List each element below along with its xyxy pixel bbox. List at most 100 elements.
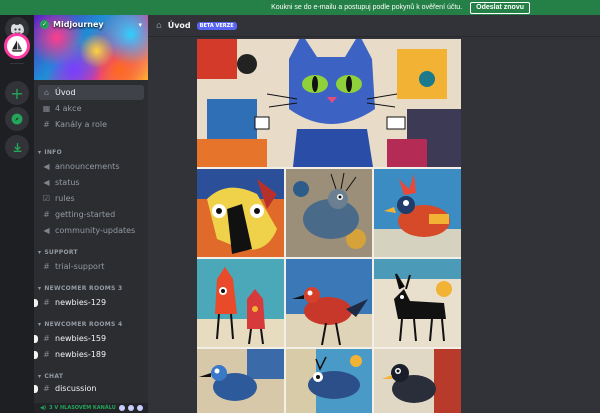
voice-label: 3 V HLASOVÉM KANÁLU	[49, 405, 116, 411]
speaker-icon: ◀)	[40, 405, 47, 411]
channel-header: ⌂ Úvod BETA VERZE	[148, 15, 600, 37]
server-rail: +	[0, 15, 34, 413]
hash-icon: #	[43, 334, 50, 343]
channel-status[interactable]: ◀ status	[38, 175, 144, 190]
category-chat[interactable]: ▾ CHAT	[38, 373, 63, 380]
unread-indicator	[34, 351, 38, 359]
fish-painting-image[interactable]	[286, 349, 372, 413]
plus-icon: +	[10, 83, 24, 103]
red-bird-painting-image[interactable]	[286, 259, 372, 347]
notice-text: Koukni se do e-mailu a postupuj podle po…	[271, 4, 463, 11]
channel-label: community-updates	[55, 226, 136, 235]
hash-icon: #	[43, 262, 50, 271]
main-content: ⌂ Úvod BETA VERZE	[148, 15, 600, 413]
channel-label: rules	[55, 194, 75, 203]
category-label: CHAT	[44, 373, 64, 380]
voice-activity-bar[interactable]: ◀) 3 V HLASOVÉM KANÁLU	[34, 403, 148, 413]
verification-notice-bar: Koukni se do e-mailu a postupuj podle po…	[0, 0, 600, 15]
chevron-down-icon: ▾	[38, 373, 42, 380]
avatar	[136, 405, 143, 411]
channel-newbies-189[interactable]: # newbies-189	[34, 347, 144, 362]
red-creatures-painting-image[interactable]	[197, 259, 284, 347]
channel-roles[interactable]: # Kanály a role	[38, 117, 144, 132]
channel-rules[interactable]: ☑ rules	[38, 191, 144, 206]
bird-painting-image[interactable]	[286, 169, 372, 257]
download-apps-button[interactable]	[5, 135, 29, 159]
chevron-down-icon: ▾	[38, 321, 42, 328]
blue-bird-painting-image[interactable]	[197, 349, 284, 413]
avatar	[118, 405, 125, 411]
channel-getting-started[interactable]: # getting-started	[38, 207, 144, 222]
channel-label: Úvod	[55, 88, 76, 97]
category-newcomer-3[interactable]: ▾ NEWCOMER ROOMS 3	[38, 285, 123, 292]
hash-icon: #	[43, 350, 50, 359]
channel-community-updates[interactable]: ◀ community-updates	[38, 223, 144, 238]
channel-events[interactable]: ▦ 4 akce	[38, 101, 144, 116]
verified-check-icon: ✓	[40, 20, 49, 29]
unread-indicator	[34, 299, 38, 307]
calendar-icon: ▦	[42, 104, 51, 113]
rooster-painting-image[interactable]	[374, 169, 461, 257]
cat-painting-image[interactable]	[197, 39, 461, 167]
discord-window: { "notice": { "text": "Koukni se do e-ma…	[0, 0, 600, 413]
dark-bird-painting-image[interactable]	[374, 349, 461, 413]
megaphone-icon: ◀	[43, 226, 50, 235]
explore-servers-button[interactable]	[5, 107, 29, 131]
channel-trial-support[interactable]: # trial-support	[38, 259, 144, 274]
rules-check-icon: ☑	[42, 194, 51, 203]
unread-indicator	[34, 335, 38, 343]
category-newcomer-4[interactable]: ▾ NEWCOMER ROOMS 4	[38, 321, 123, 328]
compass-icon	[11, 113, 23, 125]
server-header[interactable]: ✓ Midjourney	[40, 20, 104, 29]
unread-indicator	[34, 385, 38, 393]
channel-label: Kanály a role	[55, 120, 108, 129]
sailboat-icon	[11, 40, 23, 52]
server-banner[interactable]: ✓ Midjourney ▾	[34, 15, 148, 80]
home-icon: ⌂	[156, 20, 162, 31]
category-label: NEWCOMER ROOMS 4	[44, 321, 123, 328]
category-label: NEWCOMER ROOMS 3	[44, 285, 123, 292]
channel-label: 4 akce	[55, 104, 82, 113]
chevron-down-icon: ▾	[38, 149, 42, 156]
channel-label: trial-support	[55, 262, 105, 271]
megaphone-icon: ◀	[43, 162, 50, 171]
channel-newbies-129[interactable]: # newbies-129	[34, 295, 144, 310]
avatar	[127, 405, 134, 411]
chevron-down-icon[interactable]: ▾	[138, 21, 142, 29]
channel-discussion[interactable]: # discussion	[34, 381, 144, 396]
channel-announcements[interactable]: ◀ announcements	[38, 159, 144, 174]
home-icon: ⌂	[43, 88, 50, 97]
artwork-collage[interactable]	[197, 39, 461, 413]
midjourney-server-icon[interactable]	[4, 33, 30, 59]
channel-uvod[interactable]: ⌂ Úvod	[38, 85, 144, 100]
chevron-down-icon: ▾	[38, 285, 42, 292]
page-title: Úvod	[167, 21, 191, 30]
category-label: INFO	[44, 149, 62, 156]
hash-icon: #	[43, 210, 50, 219]
channel-label: announcements	[55, 162, 120, 171]
resend-button[interactable]: Odeslat znovu	[470, 1, 530, 14]
dog-painting-image[interactable]	[197, 169, 284, 257]
megaphone-icon: ◀	[43, 178, 50, 187]
download-icon	[13, 142, 21, 152]
server-name: Midjourney	[53, 20, 104, 29]
category-label: SUPPORT	[44, 249, 78, 256]
channel-label: newbies-129	[55, 298, 107, 307]
channel-newbies-159[interactable]: # newbies-159	[34, 331, 144, 346]
black-animal-painting-image[interactable]	[374, 259, 461, 347]
add-server-button[interactable]: +	[5, 81, 29, 105]
channel-label: newbies-159	[55, 334, 107, 343]
chevron-down-icon: ▾	[38, 249, 42, 256]
channel-label: newbies-189	[55, 350, 107, 359]
category-support[interactable]: ▾ SUPPORT	[38, 249, 78, 256]
channel-label: status	[55, 178, 80, 187]
hash-icon: #	[43, 384, 50, 393]
hash-icon: #	[43, 298, 50, 307]
rail-separator	[10, 63, 24, 64]
channel-label: getting-started	[55, 210, 116, 219]
channel-sidebar: ✓ Midjourney ▾ ⌂ Úvod ▦ 4 akce # Kanály …	[34, 15, 148, 413]
hash-icon: #	[43, 120, 50, 129]
beta-badge: BETA VERZE	[196, 21, 237, 30]
channel-label: discussion	[55, 384, 97, 393]
category-info[interactable]: ▾ INFO	[38, 149, 62, 156]
